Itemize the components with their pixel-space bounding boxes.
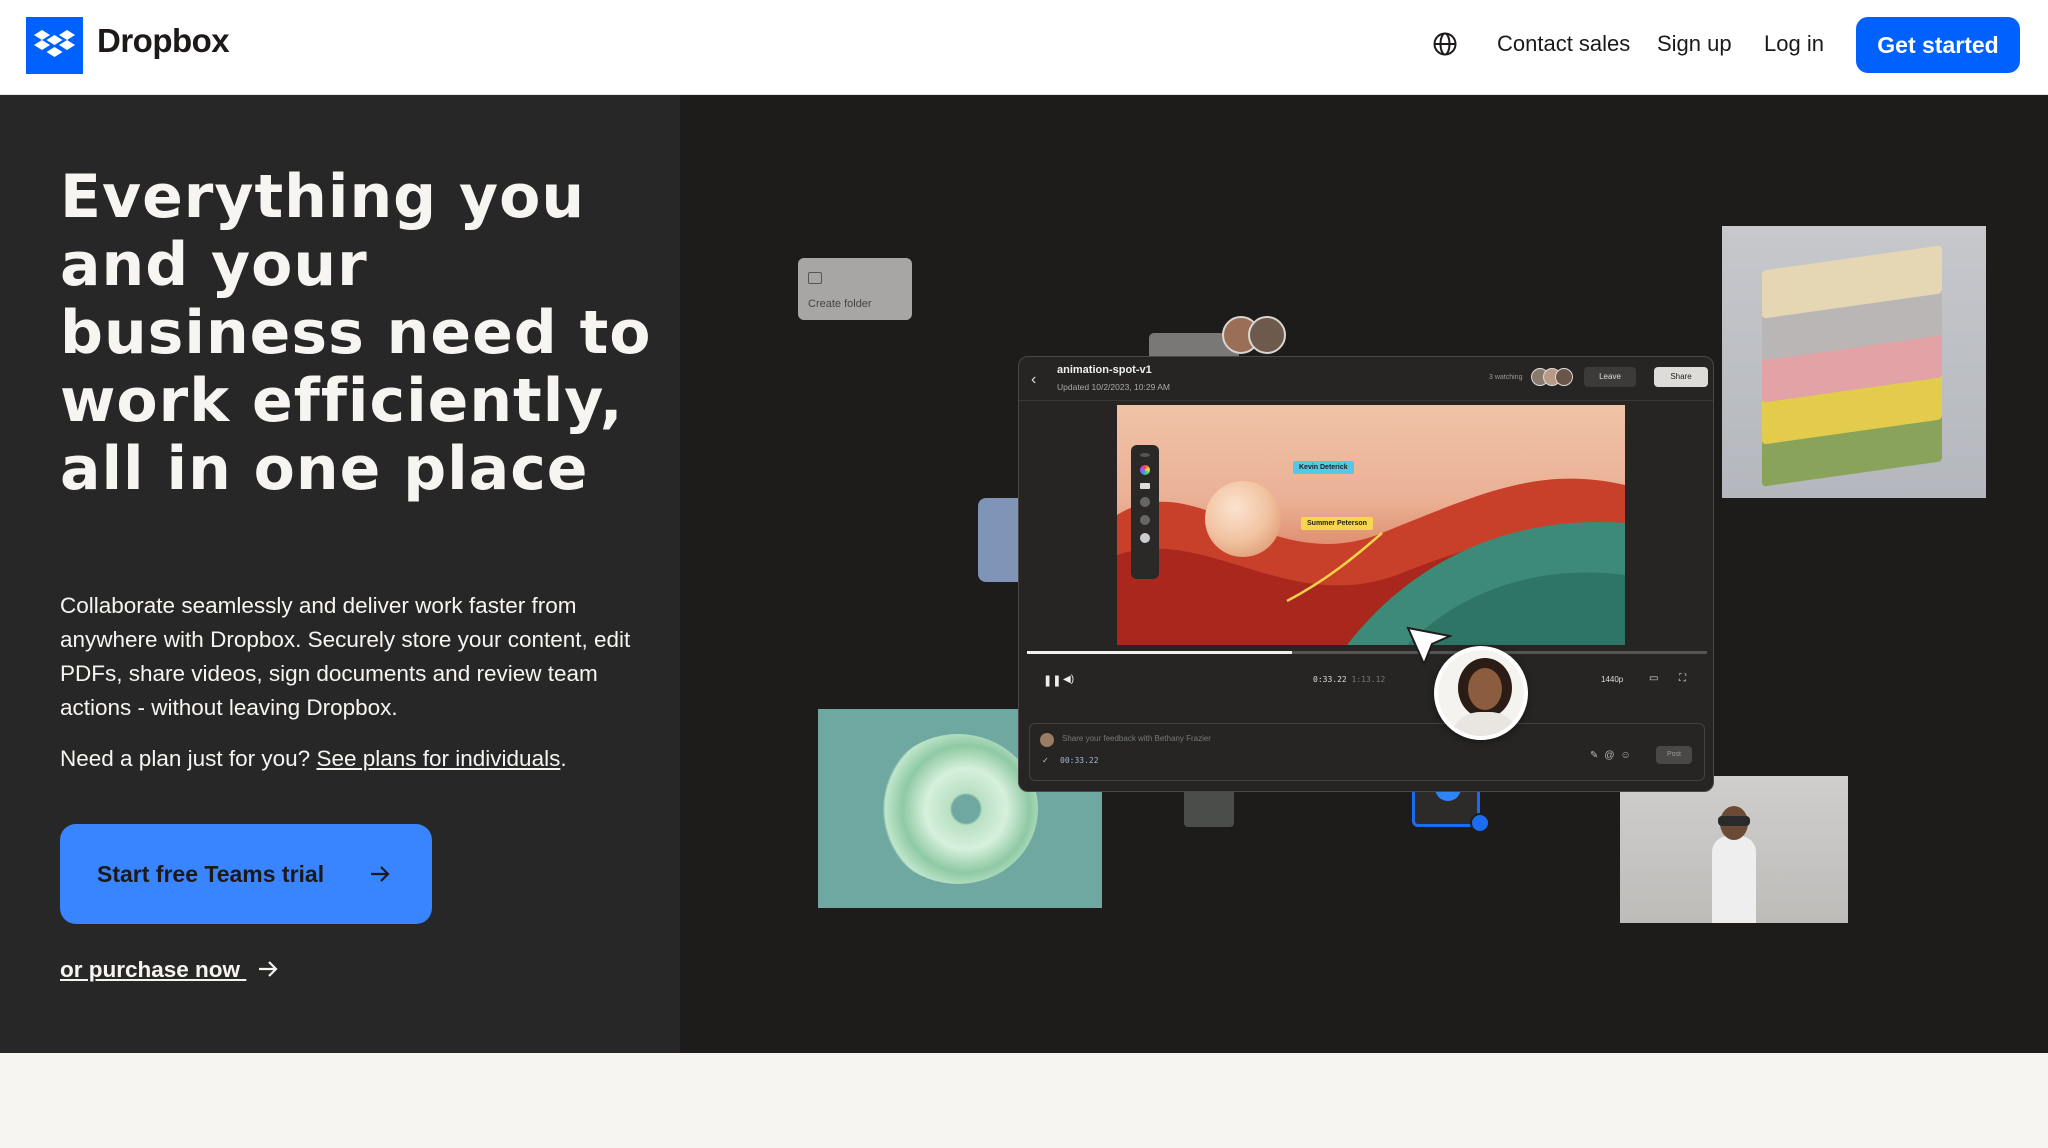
sculpture-image [1722,226,1986,498]
hero-panel: Everything you and your business need to… [0,95,680,1053]
purchase-now-link[interactable]: or purchase now [60,957,280,983]
plan-prompt: Need a plan just for you? See plans for … [60,746,567,772]
start-teams-trial-button[interactable]: Start free Teams trial [60,824,432,924]
page-section-background [0,1053,2048,1148]
arrow-right-icon [259,961,278,977]
updated-timestamp: Updated 10/2/2023, 10:29 AM [1057,382,1170,392]
folder-icon [808,272,822,284]
color-picker-icon[interactable] [1140,465,1150,475]
line-weight-icon[interactable] [1140,483,1150,489]
brand-name[interactable]: Dropbox [97,22,230,60]
total-time: 1:13.12 [1351,675,1386,684]
annotation-tag: Summer Peterson [1301,517,1373,530]
plan-prompt-text: Need a plan just for you? [60,746,311,771]
annotation-tag: Kevin Deterick [1293,461,1354,474]
sign-up-link[interactable]: Sign up [1657,31,1732,57]
create-folder-card: Create folder [798,258,912,320]
watcher-avatars [1531,368,1575,388]
dropbox-logo-icon[interactable] [26,17,83,74]
purchase-link-label: or purchase now [60,957,241,982]
arrow-right-icon [371,866,390,882]
background-card [978,498,1020,582]
video-review-window: ‹ animation-spot-v1 Updated 10/2/2023, 1… [1018,356,1714,792]
hero-title: Everything you and your business need to… [60,162,652,504]
avatar [1248,316,1286,354]
create-folder-label: Create folder [808,298,872,310]
get-started-button[interactable]: Get started [1856,17,2020,73]
log-in-link[interactable]: Log in [1764,31,1824,57]
hero-description: Collaborate seamlessly and deliver work … [60,593,631,720]
volume-icon[interactable]: ◀) [1063,674,1074,685]
undo-icon[interactable] [1140,497,1150,507]
video-frame[interactable]: Kevin Deterick Summer Peterson [1117,405,1625,645]
contact-sales-link[interactable]: Contact sales [1497,31,1630,57]
collaborator-avatars [1222,316,1292,356]
trash-icon[interactable] [1140,515,1150,525]
person-body [1712,836,1756,923]
comment-placeholder: Share your feedback with Bethany Frazier [1062,734,1211,743]
avatar [1555,368,1573,386]
current-time: 0:33.22 [1313,675,1347,684]
leave-button[interactable]: Leave [1584,367,1636,387]
globe-icon[interactable] [1432,31,1458,57]
presenter-avatar [1434,646,1528,740]
fullscreen-icon[interactable]: ⛶ [1679,673,1686,684]
trial-button-label: Start free Teams trial [97,861,325,887]
presenter-face [1468,668,1502,710]
comment-timestamp: 00:33.22 [1060,756,1099,765]
chevron-left-icon[interactable]: ‹ [1031,371,1036,389]
file-name: animation-spot-v1 [1057,364,1152,376]
sphere-shape [1205,481,1281,557]
comment-tools[interactable]: ✎@☺ [1590,750,1637,761]
playback-scrubber[interactable] [1027,651,1707,654]
pause-icon[interactable]: ❚❚ [1043,674,1061,687]
watching-count: 3 watching [1489,374,1523,381]
plans-for-individuals-link[interactable]: See plans for individuals [316,746,560,771]
spreadsheet-icon [1184,787,1234,827]
drag-handle-icon[interactable] [1140,453,1150,457]
comment-box[interactable]: Share your feedback with Bethany Frazier… [1029,723,1705,781]
plan-prompt-period: . [560,746,567,771]
avatar [1040,733,1054,747]
player-topbar: ‹ animation-spot-v1 Updated 10/2/2023, 1… [1019,357,1713,401]
presenter-shirt [1450,712,1520,736]
close-icon[interactable] [1140,533,1150,543]
site-header: Dropbox Contact sales Sign up Log in Get… [0,0,2048,95]
captions-icon[interactable]: ▭ [1649,673,1658,684]
vr-headset [1718,816,1750,826]
share-button[interactable]: Share [1654,367,1708,387]
swirl-shape [878,734,1038,884]
playback-progress [1027,651,1293,654]
quality-select[interactable]: 1440p [1601,675,1623,684]
post-button[interactable]: Post [1656,746,1692,764]
vr-person-image [1620,776,1848,923]
player-controls: ❚❚ ◀) 0:33.22 1:13.12 1440p ▭ ⛶ [1019,657,1713,707]
annotation-toolbar [1131,445,1159,579]
sync-icon [1470,813,1490,833]
playback-time: 0:33.22 1:13.12 [1313,675,1385,684]
check-icon[interactable]: ✓ [1042,756,1049,765]
